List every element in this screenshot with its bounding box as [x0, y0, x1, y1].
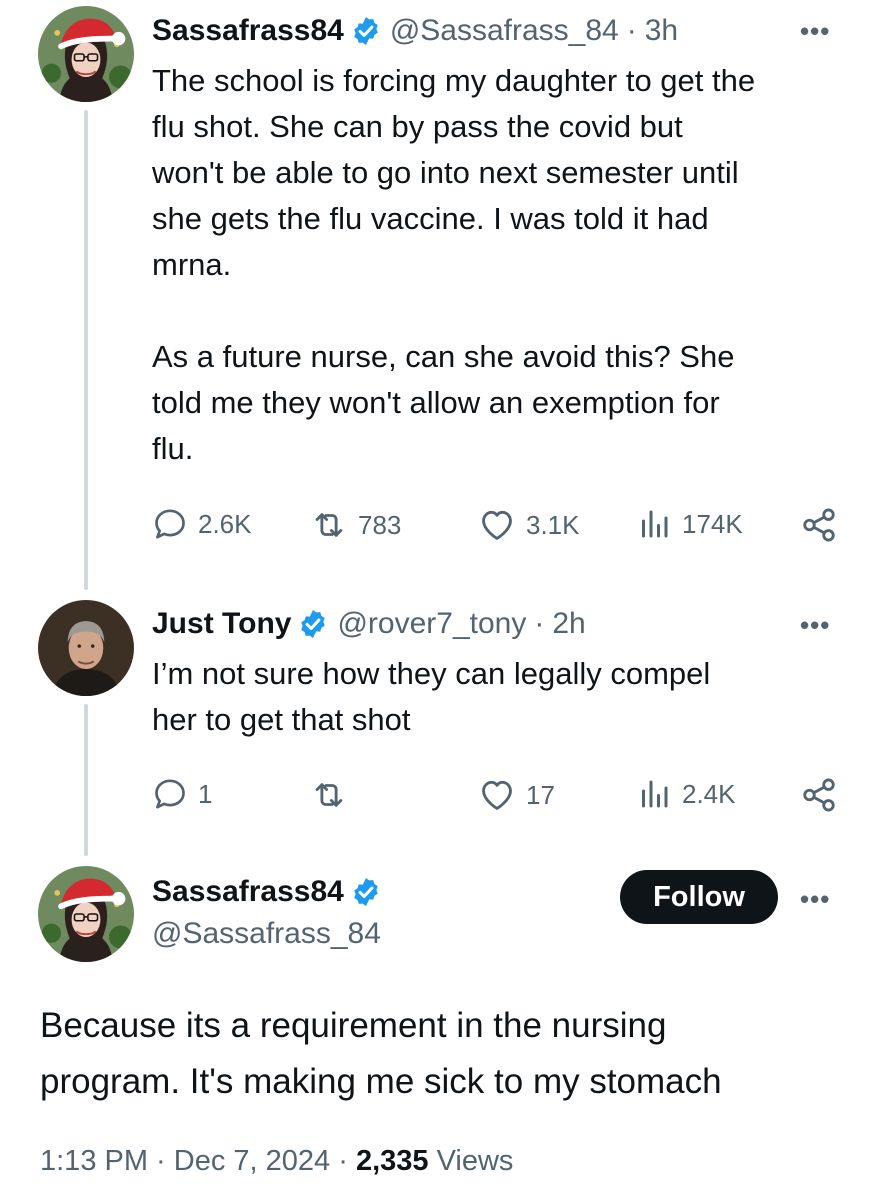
- like-icon: [478, 776, 516, 814]
- reply-count: 1: [198, 778, 213, 809]
- share-button[interactable]: [800, 776, 838, 814]
- main-display-name[interactable]: Sassafrass84: [152, 875, 344, 909]
- reply-icon: [152, 776, 188, 812]
- main-view-count: 2,335: [355, 1145, 429, 1177]
- main-name-row: Sassafrass84: [152, 869, 382, 915]
- follow-button[interactable]: Follow: [620, 870, 778, 924]
- views-count: 2.4K: [682, 778, 736, 809]
- views-button[interactable]: 2.4K: [636, 776, 736, 812]
- avatar-image: [38, 866, 134, 962]
- repost-icon: [310, 506, 348, 544]
- main-views-label: Views: [436, 1145, 514, 1177]
- reply-icon: [152, 506, 188, 542]
- repost-icon: [310, 776, 348, 814]
- main-timestamp[interactable]: 1:13 PM · Dec 7, 2024 ·: [40, 1145, 356, 1177]
- like-button[interactable]: 17: [478, 776, 555, 814]
- tweet-2-display-name[interactable]: Just Tony: [152, 607, 291, 641]
- more-options-icon[interactable]: •••: [800, 16, 830, 47]
- verified-badge-icon: [350, 15, 382, 47]
- reply-count: 2.6K: [198, 508, 252, 539]
- tweet-1-text: The school is forcing my daughter to get…: [152, 63, 756, 466]
- tweet-1-time[interactable]: 3h: [645, 14, 678, 48]
- more-options-icon[interactable]: •••: [800, 884, 830, 915]
- views-count: 174K: [682, 508, 743, 539]
- separator-dot: ·: [626, 14, 637, 47]
- separator-dot: ·: [534, 607, 545, 640]
- repost-button[interactable]: 783: [310, 506, 401, 544]
- thread-line: [84, 110, 88, 590]
- main-tweet-text: Because its a requirement in the nursing…: [40, 1006, 722, 1101]
- share-icon: [800, 506, 838, 544]
- thread-line: [84, 704, 88, 856]
- avatar-sassafrass84[interactable]: [38, 6, 134, 102]
- tweet-2-handle[interactable]: @rover7_tony: [337, 607, 526, 641]
- tweet-2-text: I’m not sure how they can legally compel…: [152, 656, 711, 737]
- tweet-1-handle[interactable]: @Sassafrass_84: [390, 14, 619, 48]
- avatar-image: [38, 6, 134, 102]
- like-count: 3.1K: [526, 509, 580, 540]
- reply-button[interactable]: 1: [152, 776, 212, 812]
- share-button[interactable]: [800, 506, 838, 544]
- views-icon: [636, 506, 672, 542]
- repost-button[interactable]: [310, 776, 358, 814]
- reply-button[interactable]: 2.6K: [152, 506, 252, 542]
- tweet-1-display-name[interactable]: Sassafrass84: [152, 14, 344, 48]
- repost-count: 783: [358, 509, 402, 540]
- tweet-2-time[interactable]: 2h: [552, 607, 585, 641]
- verified-badge-icon: [350, 876, 382, 908]
- views-button[interactable]: 174K: [636, 506, 743, 542]
- main-handle[interactable]: @Sassafrass_84: [152, 917, 381, 951]
- like-count: 17: [526, 779, 555, 810]
- views-icon: [636, 776, 672, 812]
- more-options-icon[interactable]: •••: [800, 610, 830, 641]
- main-meta: 1:13 PM · Dec 7, 2024 · 2,335 Views: [40, 1145, 513, 1178]
- share-icon: [800, 776, 838, 814]
- like-button[interactable]: 3.1K: [478, 506, 580, 544]
- avatar-sassafrass84[interactable]: [38, 866, 134, 962]
- avatar-image: [38, 600, 134, 696]
- avatar-just-tony[interactable]: [38, 600, 134, 696]
- tweet-1-header: Sassafrass84 @Sassafrass_84 · 3h: [152, 8, 678, 54]
- tweet-2-header: Just Tony @rover7_tony · 2h: [152, 601, 586, 647]
- verified-badge-icon: [297, 608, 329, 640]
- like-icon: [478, 506, 516, 544]
